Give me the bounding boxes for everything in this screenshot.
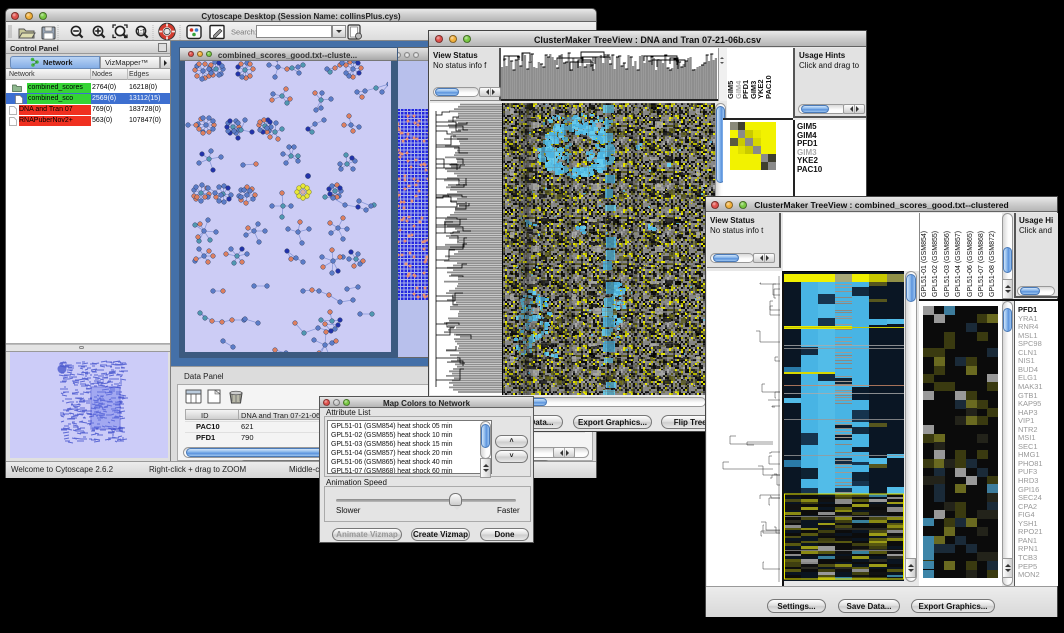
- svg-text:1:1: 1:1: [137, 30, 146, 36]
- svg-text:Search:: Search:: [231, 28, 257, 37]
